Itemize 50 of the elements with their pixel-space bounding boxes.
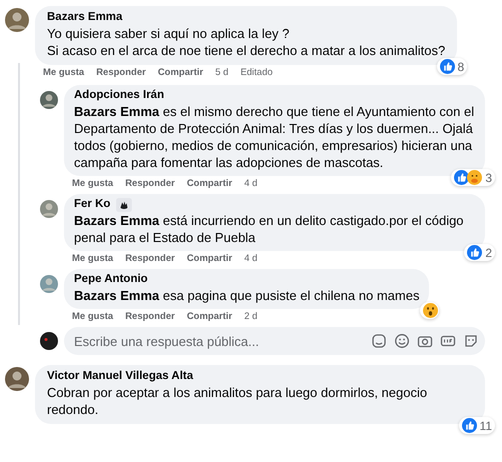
comment-text: Si acaso en el arca de noe tiene el derecho a matar a los animalitos? — [47, 42, 446, 59]
action-link[interactable]: Compartir — [186, 253, 232, 264]
author-name[interactable]: Victor Manuel Villegas Alta — [47, 369, 194, 384]
like-icon — [467, 245, 482, 260]
reaction-summary[interactable]: 11 — [458, 417, 495, 434]
timestamp[interactable]: 4 d — [244, 253, 258, 264]
reaction-summary[interactable]: 3 — [451, 169, 495, 186]
author-name[interactable]: Bazars Emma — [47, 10, 122, 25]
timestamp[interactable]: 4 d — [244, 178, 258, 189]
action-link[interactable]: Compartir — [186, 178, 232, 189]
action-link[interactable]: Responder — [125, 311, 175, 322]
action-link[interactable]: Responder — [96, 67, 146, 78]
action-link[interactable]: Responder — [125, 253, 175, 264]
comment-text: Cobran por aceptar a los animalitos para luego dormirlos, negocio redondo. — [47, 384, 428, 418]
timestamp[interactable]: 2 d — [244, 311, 258, 322]
comment-text: Bazars Emma esa pagina que pusiste el chilena no mames — [74, 287, 420, 304]
action-link[interactable]: Me gusta — [72, 253, 114, 264]
sticker-icon[interactable] — [371, 333, 387, 349]
sticker-icon[interactable] — [463, 333, 479, 349]
action-link[interactable]: Me gusta — [43, 67, 84, 78]
avatar[interactable] — [40, 275, 58, 293]
avatar[interactable] — [40, 91, 58, 109]
edited-label: Editado — [240, 67, 273, 78]
action-link[interactable]: Compartir — [186, 311, 232, 322]
action-link[interactable]: Me gusta — [72, 311, 114, 322]
action-link[interactable]: Responder — [125, 178, 175, 189]
gif-icon[interactable] — [440, 333, 456, 349]
hugging-face-icon — [467, 170, 482, 185]
avatar[interactable] — [5, 8, 29, 32]
action-link[interactable]: Me gusta — [72, 178, 114, 189]
like-icon — [454, 170, 470, 185]
reaction-summary[interactable] — [420, 302, 440, 319]
like-icon — [462, 418, 477, 433]
author-name[interactable]: Pepe Antonio — [74, 272, 148, 287]
reply-field[interactable]: Escribe una respuesta pública... — [64, 327, 485, 355]
author-name[interactable]: Fer Ko — [74, 197, 110, 212]
avatar[interactable] — [5, 367, 29, 391]
author-name[interactable]: Adopciones Irán — [74, 88, 164, 103]
like-icon — [440, 59, 454, 74]
surprised-face-icon — [423, 303, 438, 318]
reaction-summary[interactable]: 8 — [436, 58, 468, 75]
comment-text: Bazars Emma es el mismo derecho que tiene el Ayuntamiento con el Departamento de Protección Animal: Tres días y los duermen... Ojalá todos (gobierno, medios de comunicación, empresarios) hicieran una campaña para fomentar las adopciones de mascotas. — [74, 103, 475, 171]
comment-text: Yo quisiera saber si aquí no aplica la ley ? — [47, 25, 290, 42]
action-link[interactable]: Compartir — [158, 67, 204, 78]
reaction-summary[interactable]: 2 — [464, 244, 495, 261]
comment-text: Bazars Emma está incurriendo en un delito castigado.por el código penal para el Estado de Puebla — [74, 212, 465, 246]
avatar[interactable] — [40, 200, 58, 218]
emoji-icon[interactable] — [394, 333, 410, 349]
timestamp[interactable]: 5 d — [215, 67, 228, 78]
avatar — [40, 332, 58, 350]
